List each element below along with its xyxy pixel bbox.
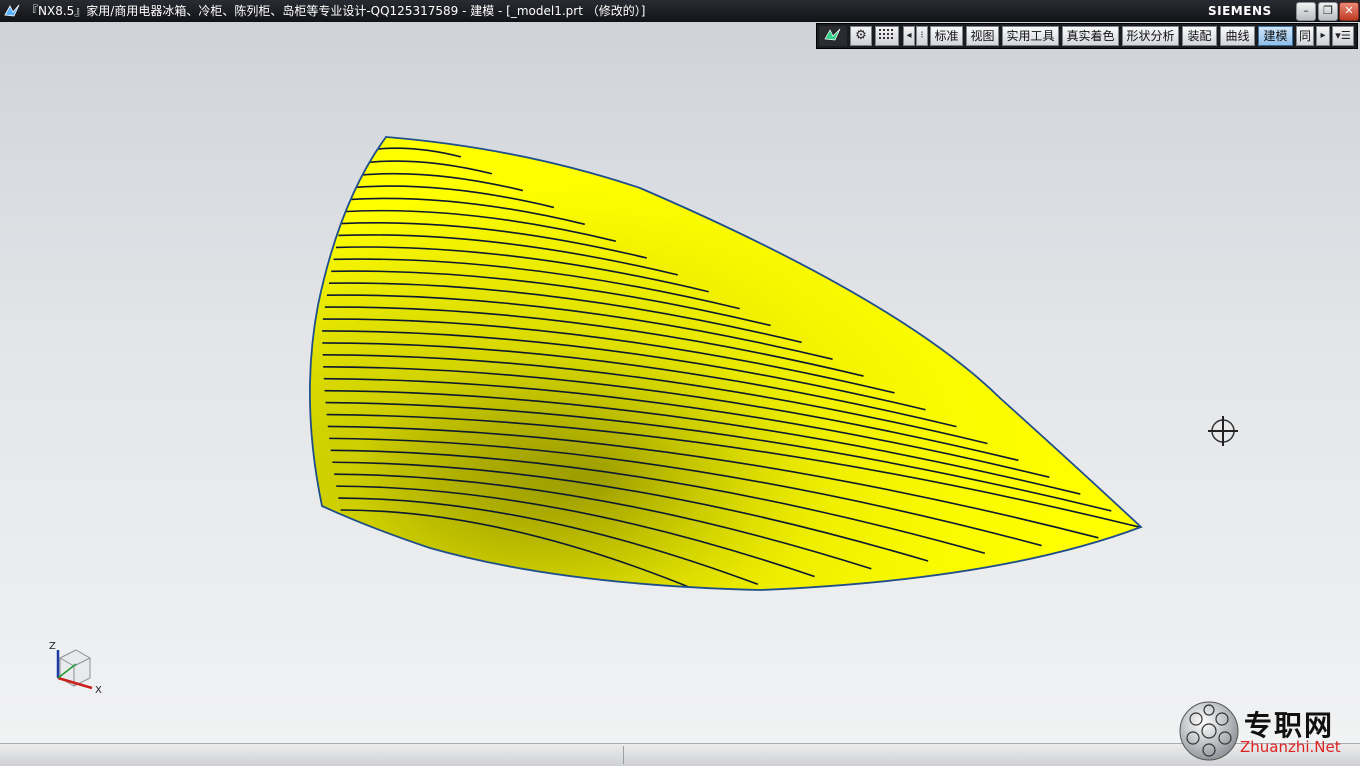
- model-surface[interactable]: [0, 0, 1360, 765]
- triad-x-label: X: [95, 685, 102, 696]
- crosshair-cursor-icon: [1208, 416, 1238, 446]
- triad-z-label: Z: [49, 641, 56, 652]
- watermark-en: Zhuanzhi.Net: [1240, 738, 1341, 756]
- triad-icon: [56, 649, 93, 690]
- status-divider: [623, 746, 624, 764]
- watermark-ball-logo: [1179, 701, 1239, 761]
- status-bar: [0, 743, 1360, 766]
